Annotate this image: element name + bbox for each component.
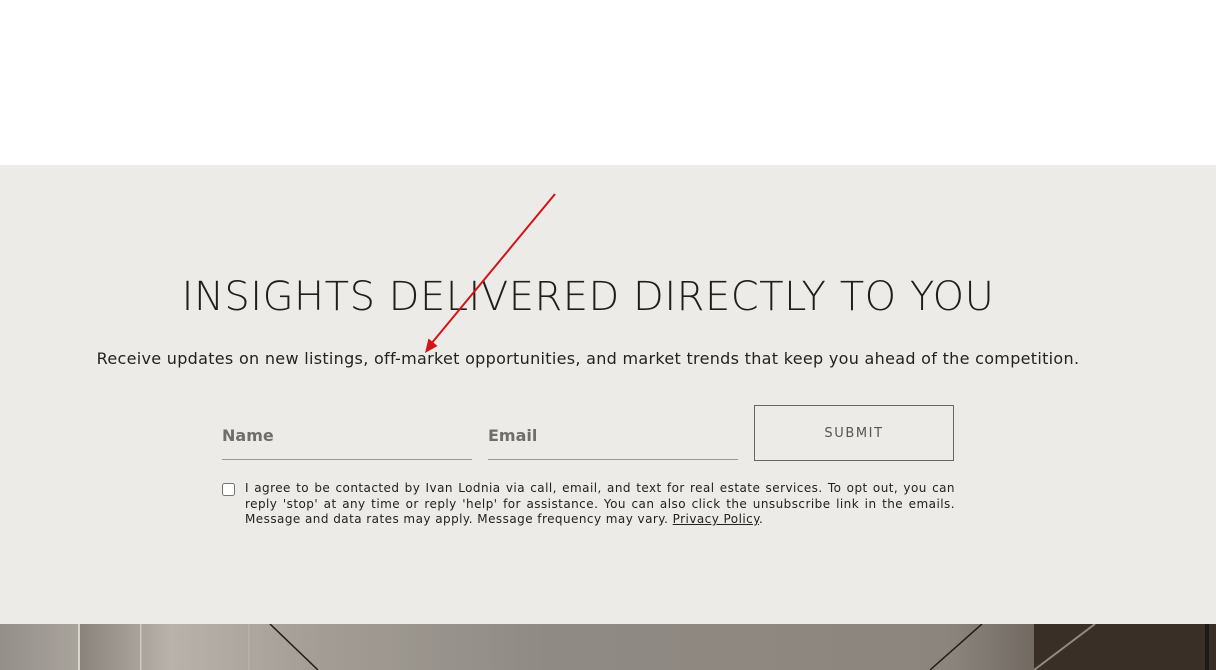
consent-end: . [759, 512, 764, 526]
interior-photo [0, 624, 1216, 670]
newsletter-section: INSIGHTS DELIVERED DIRECTLY TO YOU Recei… [0, 165, 1216, 624]
privacy-policy-link[interactable]: Privacy Policy [673, 512, 759, 526]
interior-photo-lines [0, 624, 1216, 670]
top-blank-area [0, 0, 1216, 165]
consent-checkbox[interactable] [222, 483, 235, 496]
name-input[interactable] [222, 405, 472, 460]
consent-text: I agree to be contacted by Ivan Lodnia v… [245, 481, 955, 528]
submit-button[interactable]: SUBMIT [754, 405, 954, 461]
email-input[interactable] [488, 405, 738, 460]
newsletter-subline: Receive updates on new listings, off-mar… [96, 349, 1080, 368]
newsletter-headline: INSIGHTS DELIVERED DIRECTLY TO YOU [181, 274, 995, 320]
consent-body: I agree to be contacted by Ivan Lodnia v… [245, 481, 955, 526]
